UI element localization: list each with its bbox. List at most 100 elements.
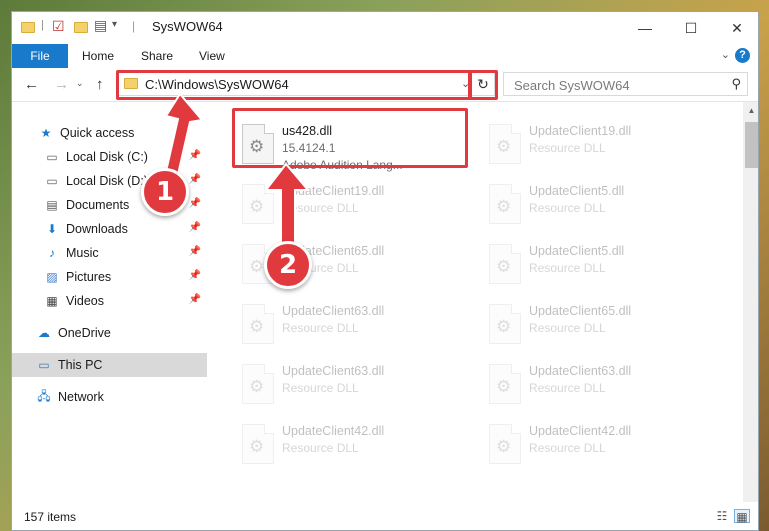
address-row: ← → ⌄ ↑ C:\Windows\SysWOW64 ⌄ ↻ Search S…: [12, 68, 758, 102]
gear-icon: ⚙: [496, 137, 512, 156]
sidebar-item-this-pc[interactable]: ▭ This PC: [12, 353, 207, 377]
properties-icon[interactable]: ☑: [52, 18, 66, 34]
drive-icon: ▭: [46, 150, 58, 164]
expand-ribbon-icon[interactable]: ⌄: [721, 48, 730, 61]
file-item[interactable]: ⚙ UpdateClient63.dll Resource DLL: [232, 298, 462, 356]
tab-view[interactable]: View: [199, 44, 225, 68]
item-count: 157 items: [24, 510, 77, 524]
search-icon[interactable]: ⚲: [731, 76, 741, 92]
star-icon: ★: [40, 126, 52, 140]
music-icon: ♪: [49, 246, 55, 260]
status-bar: 157 items ☷ ▦: [12, 502, 758, 530]
file-item[interactable]: ⚙ UpdateClient19.dll Resource DLL: [479, 118, 709, 176]
scroll-thumb[interactable]: [745, 122, 758, 168]
up-arrow-icon[interactable]: ↑: [96, 76, 104, 93]
sidebar-item-network[interactable]: 🖧 Network: [12, 385, 207, 409]
gear-icon: ⚙: [496, 437, 512, 456]
gear-icon: ⚙: [496, 257, 512, 276]
close-button[interactable]: ✕: [714, 12, 758, 44]
file-name: UpdateClient42.dll: [282, 424, 385, 438]
sidebar-item-label: Quick access: [60, 126, 135, 140]
tab-share[interactable]: Share: [141, 44, 173, 68]
file-type: Resource DLL: [282, 321, 359, 335]
file-name: UpdateClient63.dll: [282, 364, 385, 378]
file-highlight: [232, 108, 468, 168]
sidebar-item-pictures[interactable]: ▨ Pictures 📌: [12, 265, 207, 289]
customize-icon[interactable]: ▤: [94, 17, 108, 33]
scroll-up-icon[interactable]: ▲: [743, 102, 758, 119]
dll-file-icon: ⚙: [242, 304, 274, 344]
dll-file-icon: ⚙: [242, 424, 274, 464]
file-name: UpdateClient63.dll: [282, 304, 385, 318]
sidebar-item-music[interactable]: ♪ Music 📌: [12, 241, 207, 265]
file-item[interactable]: ⚙ UpdateClient42.dll Resource DLL: [232, 418, 462, 476]
file-type: Resource DLL: [282, 441, 359, 455]
pin-icon[interactable]: 📌: [189, 294, 201, 305]
new-folder-icon[interactable]: [74, 22, 88, 33]
file-item[interactable]: ⚙ UpdateClient5.dll Resource DLL: [479, 178, 709, 236]
videos-icon: ▦: [46, 294, 58, 308]
sidebar-item-label: Network: [58, 390, 104, 404]
file-item[interactable]: ⚙ UpdateClient5.dll Resource DLL: [479, 238, 709, 296]
sidebar-item-onedrive[interactable]: ☁ OneDrive: [12, 321, 207, 345]
sidebar-item-videos[interactable]: ▦ Videos 📌: [12, 289, 207, 313]
details-view-icon[interactable]: ☷: [714, 509, 730, 523]
sidebar-item-label: Local Disk (D:): [66, 174, 148, 188]
dropdown-arrow-icon[interactable]: ▾: [112, 19, 126, 33]
file-type: Resource DLL: [529, 381, 606, 395]
file-name: UpdateClient63.dll: [529, 364, 632, 378]
recent-locations-icon[interactable]: ⌄: [76, 78, 84, 89]
search-input[interactable]: Search SysWOW64: [514, 78, 630, 93]
dll-file-icon: ⚙: [489, 124, 521, 164]
gear-icon: ⚙: [249, 437, 265, 456]
maximize-button[interactable]: ☐: [668, 12, 714, 44]
sidebar-item-label: Pictures: [66, 270, 112, 284]
step2-badge: 2: [264, 241, 312, 289]
file-name: UpdateClient65.dll: [529, 304, 632, 318]
file-item[interactable]: ⚙ UpdateClient42.dll Resource DLL: [479, 418, 709, 476]
file-type: Resource DLL: [529, 321, 606, 335]
documents-icon: ▤: [46, 198, 58, 212]
tab-home[interactable]: Home: [82, 44, 114, 68]
file-name: UpdateClient5.dll: [529, 244, 625, 258]
pictures-icon: ▨: [46, 270, 58, 284]
sidebar-item-label: OneDrive: [58, 326, 111, 340]
dll-file-icon: ⚙: [489, 304, 521, 344]
file-name: UpdateClient5.dll: [529, 184, 625, 198]
dll-file-icon: ⚙: [242, 364, 274, 404]
file-type: Resource DLL: [282, 381, 359, 395]
sidebar-item-label: Local Disk (C:): [66, 150, 148, 164]
file-item[interactable]: ⚙ UpdateClient63.dll Resource DLL: [479, 358, 709, 416]
dll-file-icon: ⚙: [489, 364, 521, 404]
title-bar: | ☑ ▤ ▾ | SysWOW64 — ☐ ✕: [12, 12, 758, 44]
file-item[interactable]: ⚙ UpdateClient63.dll Resource DLL: [232, 358, 462, 416]
pc-icon: ▭: [38, 358, 50, 372]
gear-icon: ⚙: [249, 317, 265, 336]
tab-file[interactable]: File: [12, 44, 68, 68]
title-separator-icon: |: [132, 19, 136, 33]
dll-file-icon: ⚙: [489, 244, 521, 284]
gear-icon: ⚙: [496, 197, 512, 216]
pin-icon[interactable]: 📌: [189, 246, 201, 257]
search-box[interactable]: Search SysWOW64 ⚲: [503, 72, 748, 96]
help-icon[interactable]: ?: [735, 48, 750, 63]
minimize-button[interactable]: —: [622, 12, 668, 44]
download-icon: ⬇: [46, 222, 58, 236]
back-arrow-icon[interactable]: ←: [24, 76, 39, 93]
pin-icon[interactable]: 📌: [189, 222, 201, 233]
pin-icon[interactable]: 📌: [189, 270, 201, 281]
sidebar-item-label: This PC: [58, 358, 103, 372]
sidebar-item-downloads[interactable]: ⬇ Downloads 📌: [12, 217, 207, 241]
drive-icon: ▭: [46, 174, 58, 188]
file-type: Resource DLL: [529, 261, 606, 275]
explorer-window: | ☑ ▤ ▾ | SysWOW64 — ☐ ✕ File Home Share…: [11, 11, 759, 531]
large-icons-view-icon[interactable]: ▦: [734, 509, 750, 524]
window-title: SysWOW64: [152, 19, 223, 34]
forward-arrow-icon[interactable]: →: [54, 76, 69, 93]
gear-icon: ⚙: [496, 377, 512, 396]
file-item[interactable]: ⚙ UpdateClient65.dll Resource DLL: [479, 298, 709, 356]
file-type: Resource DLL: [529, 141, 606, 155]
vertical-scrollbar[interactable]: ▲: [743, 102, 758, 502]
folder-icon: [21, 22, 35, 33]
step1-badge: 1: [141, 168, 189, 216]
